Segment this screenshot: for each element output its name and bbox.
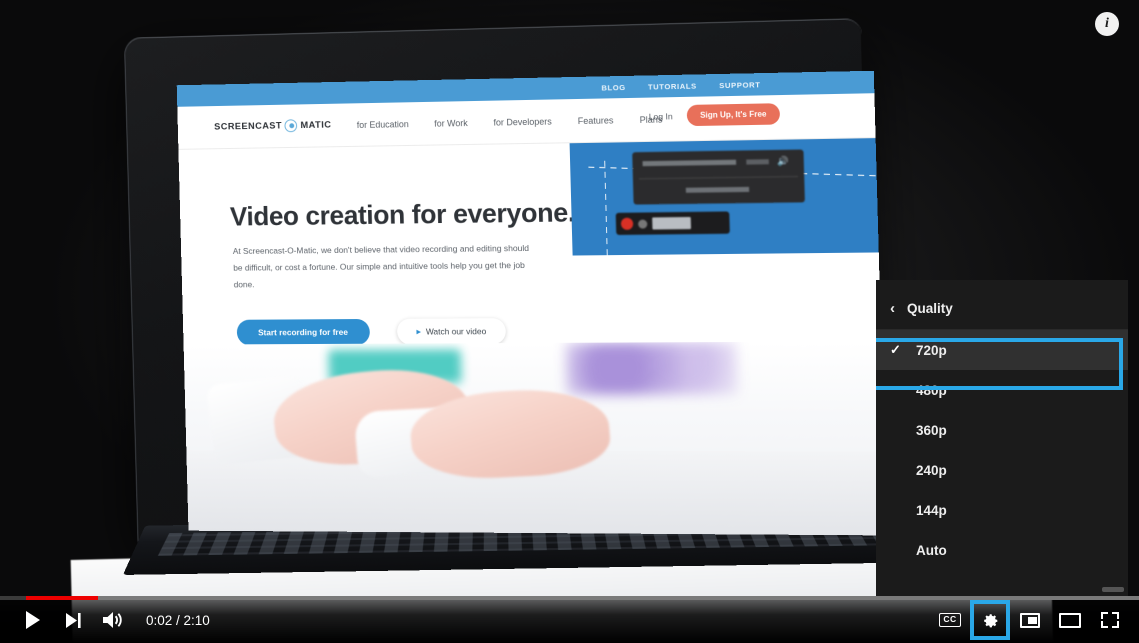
fullscreen-icon: [1101, 612, 1119, 628]
check-icon: ✓: [890, 342, 901, 357]
speaker-icon: 🔊: [776, 155, 789, 167]
info-icon[interactable]: i: [1095, 12, 1119, 36]
quality-option-label: 360p: [916, 422, 947, 438]
website-screenshot: BLOG TUTORIALS SUPPORT SCREENCAST MATIC …: [176, 70, 887, 536]
volume-button[interactable]: [96, 604, 130, 636]
progress-bar[interactable]: [0, 596, 1139, 600]
quality-option-auto[interactable]: Auto: [876, 530, 1128, 570]
purple-object-blur: [564, 341, 739, 395]
topbar-link-tutorials: TUTORIALS: [647, 81, 697, 92]
chevron-left-icon[interactable]: ‹: [890, 301, 895, 316]
desk-scene: [183, 341, 887, 536]
next-video-button[interactable]: [56, 604, 90, 636]
laptop: BLOG TUTORIALS SUPPORT SCREENCAST MATIC …: [70, 18, 1054, 643]
fullscreen-button[interactable]: [1093, 604, 1127, 636]
recorder-size-field: [652, 216, 692, 230]
site-logo: SCREENCAST MATIC: [214, 119, 332, 134]
menu-row-label: [642, 159, 737, 167]
theater-icon: [1059, 612, 1081, 628]
nav-link-work: for Work: [434, 117, 468, 129]
quality-option-label: 720p: [916, 342, 947, 358]
player-controls: 0:02 / 2:10 CC: [0, 596, 1139, 643]
recorder-toolbar: [615, 211, 730, 235]
menu-row-preferences: [685, 186, 750, 193]
settings-quality-menu[interactable]: ‹ Quality ✓ 720p 480p 360p 240p 144p Aut…: [876, 280, 1128, 596]
topbar-link-blog: BLOG: [601, 82, 626, 92]
logo-text-left: SCREENCAST: [214, 120, 283, 133]
nav-link-education: for Education: [356, 118, 409, 130]
quality-menu-title: Quality: [907, 301, 953, 316]
settings-button[interactable]: [970, 600, 1010, 640]
signup-button: Sign Up, It's Free: [686, 103, 781, 127]
record-button-icon: [620, 217, 634, 230]
nav-link-features: Features: [577, 114, 614, 126]
topbar-link-support: SUPPORT: [719, 79, 761, 90]
quality-option-label: 480p: [916, 382, 947, 398]
captions-button[interactable]: CC: [933, 604, 967, 636]
quality-option-240p[interactable]: 240p: [876, 450, 1128, 490]
quality-option-label: Auto: [916, 542, 947, 558]
site-auth-group: Log In Sign Up, It's Free: [648, 103, 781, 127]
progress-rail-left: [0, 596, 26, 600]
hero-cta-row: Start recording for free Watch our video: [236, 318, 507, 346]
quality-option-label: 144p: [916, 502, 947, 518]
logo-text-right: MATIC: [300, 119, 332, 132]
nav-link-developers: for Developers: [493, 116, 552, 128]
hero-headline: Video creation for everyone.: [229, 197, 576, 232]
progress-buffered: [0, 596, 1139, 600]
video-player: BLOG TUTORIALS SUPPORT SCREENCAST MATIC …: [0, 0, 1139, 643]
miniplayer-button[interactable]: [1013, 604, 1047, 636]
quality-option-144p[interactable]: 144p: [876, 490, 1128, 530]
quality-option-480p[interactable]: 480p: [876, 370, 1128, 410]
miniplayer-icon: [1020, 612, 1040, 628]
menu-row-value: [746, 159, 769, 165]
time-display: 0:02 / 2:10: [146, 612, 210, 628]
cta-start-recording: Start recording for free: [236, 318, 370, 346]
quality-option-label: 240p: [916, 462, 947, 478]
recorder-inset: 🔊: [569, 138, 879, 256]
laptop-screen: BLOG TUTORIALS SUPPORT SCREENCAST MATIC …: [176, 70, 887, 536]
menu-divider: [638, 176, 799, 180]
login-link: Log In: [648, 110, 673, 122]
progress-played: [26, 596, 98, 600]
volume-icon: [103, 612, 122, 628]
quality-option-360p[interactable]: 360p: [876, 410, 1128, 450]
quality-menu-header[interactable]: ‹ Quality: [876, 288, 1128, 330]
next-icon: [65, 612, 81, 628]
controls-right-group: CC: [933, 600, 1127, 640]
play-button[interactable]: [16, 604, 50, 636]
logo-record-dot-icon: [284, 119, 298, 133]
play-icon: [26, 611, 40, 629]
controls-left-group: 0:02 / 2:10: [16, 604, 210, 636]
selection-dashed-line-vertical: [604, 158, 608, 256]
quality-option-720p[interactable]: ✓ 720p: [876, 330, 1128, 370]
cc-icon: CC: [939, 613, 961, 627]
recorder-dropdown-menu: 🔊: [632, 149, 805, 205]
gear-icon: [984, 614, 998, 628]
settings-icon-small: [638, 219, 648, 229]
hero-paragraph: At Screencast-O-Matic, we don't believe …: [232, 242, 530, 289]
menu-scrollbar[interactable]: [1102, 587, 1124, 592]
theater-mode-button[interactable]: [1053, 604, 1087, 636]
cta-watch-video: Watch our video: [396, 318, 507, 345]
